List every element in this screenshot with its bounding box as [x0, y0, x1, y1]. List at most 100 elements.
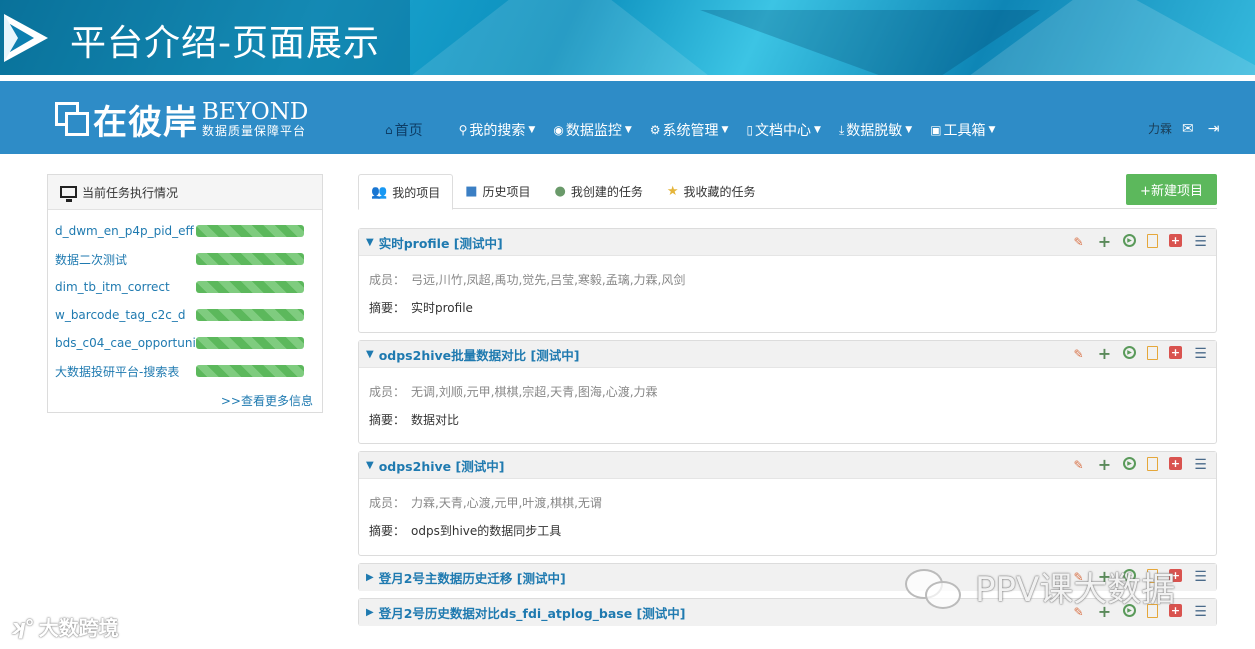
project-title[interactable]: odps2hive [测试中] — [379, 456, 505, 475]
project-header[interactable]: ▼ 实时profile [测试中] ✎ + ▶ + ☰ — [359, 229, 1216, 256]
plus-icon[interactable]: + — [1097, 455, 1112, 474]
username[interactable]: 力霖 — [1148, 120, 1172, 137]
task-name[interactable]: bds_c04_cae_opportuni — [55, 336, 196, 350]
banner-decoration — [380, 0, 740, 75]
file-icon[interactable] — [1147, 457, 1158, 471]
play-circle-icon[interactable]: ▶ — [1123, 234, 1136, 247]
nav-item-doc-center[interactable]: ▯ 文档中心 ▼ — [746, 120, 821, 140]
play-logo-icon — [4, 14, 48, 62]
nav-item-label: 文档中心 — [755, 123, 812, 139]
pencil-icon[interactable]: ✎ — [1071, 234, 1086, 249]
task-name[interactable]: 数据二次测试 — [55, 251, 196, 268]
project-body: 成员： 力霖,天青,心渡,元甲,叶渡,棋棋,无谓 摘要： odps到hive的数据同… — [359, 479, 1216, 544]
task-progress-bar — [196, 365, 304, 377]
watermark-right-text: PPV课大数据 — [975, 570, 1176, 610]
summary-value: 数据对比 — [411, 412, 460, 427]
tab-favorite-tasks[interactable]: ★ 我收藏的任务 — [655, 174, 768, 209]
play-circle-icon[interactable]: ▶ — [1123, 346, 1136, 359]
nav-item-my-search[interactable]: ⚲ 我的搜索 ▼ — [459, 120, 536, 140]
plus-square-icon[interactable]: + — [1169, 234, 1182, 247]
menu-icon[interactable]: ☰ — [1193, 346, 1208, 362]
task-name[interactable]: 大数据投研平台-搜索表 — [55, 363, 196, 380]
chevron-down-icon: ▼ — [366, 459, 374, 471]
watermark-left: ʞ° 大数跨境 — [10, 612, 119, 641]
project-toolbar: ✎ + ▶ + ☰ — [1060, 344, 1208, 363]
project-panel: ▼ odps2hive批量数据对比 [测试中] ✎ + ▶ + ☰ 成员： 无调,… — [358, 340, 1217, 444]
nav-item-toolbox[interactable]: ▣ 工具箱 ▼ — [930, 120, 995, 140]
task-progress-bar — [196, 337, 304, 349]
caret-down-icon: ▼ — [528, 125, 536, 135]
menu-icon[interactable]: ☰ — [1193, 604, 1208, 620]
menu-icon[interactable]: ☰ — [1193, 457, 1208, 473]
pencil-icon[interactable]: ✎ — [1071, 346, 1086, 361]
task-progress-bar — [196, 281, 304, 293]
project-panel: ▼ 实时profile [测试中] ✎ + ▶ + ☰ 成员： 弓远,川竹,凤超,… — [358, 228, 1217, 333]
nav-item-data-masking[interactable]: ⤓ 数据脱敏 ▼ — [839, 120, 912, 140]
caret-down-icon: ▼ — [721, 125, 729, 135]
file-icon[interactable] — [1147, 346, 1158, 360]
watermark-logo-icon: ʞ° — [10, 614, 35, 639]
project-header[interactable]: ▼ odps2hive [测试中] ✎ + ▶ + ☰ — [359, 452, 1216, 479]
task-row[interactable]: dim_tb_itm_correct — [55, 277, 317, 297]
tab-history-projects[interactable]: ■ 历史项目 — [453, 174, 542, 209]
toolbox-icon: ▣ — [930, 123, 942, 137]
task-name[interactable]: w_barcode_tag_c2c_d — [55, 308, 196, 322]
tab-label: 历史项目 — [482, 185, 531, 199]
project-title[interactable]: 实时profile [测试中] — [379, 233, 503, 252]
plus-square-icon[interactable]: + — [1169, 457, 1182, 470]
task-row[interactable]: d_dwm_en_p4p_pid_eff — [55, 221, 317, 241]
sign-out-icon[interactable]: ⇥ — [1208, 121, 1220, 137]
file-icon[interactable] — [1147, 234, 1158, 248]
download-icon: ⤓ — [838, 122, 845, 137]
task-row[interactable]: 数据二次测试 — [55, 249, 317, 269]
task-name[interactable]: d_dwm_en_p4p_pid_eff — [55, 224, 196, 238]
task-progress-bar — [196, 253, 304, 265]
nav-item-label: 数据脱敏 — [846, 123, 903, 139]
tab-label: 我收藏的任务 — [683, 185, 756, 199]
task-row[interactable]: 大数据投研平台-搜索表 — [55, 361, 317, 381]
brand-logo[interactable]: 在彼岸 BEYOND 数据质量保障平台 — [55, 99, 308, 143]
chevron-right-icon: ▶ — [366, 607, 374, 618]
project-toolbar: ✎ + ▶ + ☰ — [1060, 232, 1208, 251]
nav-item-home[interactable]: ⌂ 首页 — [385, 120, 423, 140]
nav-item-label: 工具箱 — [943, 123, 986, 139]
slide-banner: 平台介绍-页面展示 — [0, 0, 1255, 75]
menu-icon[interactable]: ☰ — [1193, 569, 1208, 585]
task-row[interactable]: w_barcode_tag_c2c_d — [55, 305, 317, 325]
tab-created-tasks[interactable]: ● 我创建的任务 — [543, 174, 655, 209]
new-project-button[interactable]: +新建项目 — [1126, 174, 1217, 205]
task-name[interactable]: dim_tb_itm_correct — [55, 280, 196, 294]
project-body: 成员： 弓远,川竹,凤超,禹功,觉先,吕莹,寒毅,孟璃,力霖,风剑 摘要： 实时pr… — [359, 256, 1216, 321]
play-circle-icon[interactable]: ▶ — [1123, 457, 1136, 470]
pencil-icon[interactable]: ✎ — [1071, 457, 1086, 472]
brand-name: 在彼岸 — [93, 102, 198, 143]
project-title[interactable]: 登月2号历史数据对比ds_fdi_atplog_base [测试中] — [379, 603, 686, 622]
task-row[interactable]: bds_c04_cae_opportuni — [55, 333, 317, 353]
tab-my-projects[interactable]: 👥 我的项目 — [358, 174, 454, 210]
project-header[interactable]: ▼ odps2hive批量数据对比 [测试中] ✎ + ▶ + ☰ — [359, 341, 1216, 368]
project-title[interactable]: 登月2号主数据历史迁移 [测试中] — [379, 568, 566, 587]
star-icon: ★ — [666, 184, 679, 199]
nav-item-label: 数据监控 — [565, 123, 622, 139]
nav-item-data-monitor[interactable]: ◉ 数据监控 ▼ — [553, 120, 631, 140]
home-icon: ⌂ — [385, 123, 393, 137]
chevron-down-icon: ▼ — [366, 236, 374, 248]
panel-title: 当前任务执行情况 — [82, 185, 179, 200]
nav-item-system-admin[interactable]: ⚙ 系统管理 ▼ — [650, 120, 729, 140]
project-title[interactable]: odps2hive批量数据对比 [测试中] — [379, 345, 580, 364]
summary-value: odps到hive的数据同步工具 — [411, 523, 562, 538]
plus-square-icon[interactable]: + — [1169, 346, 1182, 359]
plus-icon[interactable]: + — [1097, 344, 1112, 363]
main-menu: ⌂ 首页 ⚲ 我的搜索 ▼ ◉ 数据监控 ▼ ⚙ 系统管理 ▼ ▯ 文档中心 ▼… — [385, 120, 1013, 140]
tab-label: 我的项目 — [392, 185, 441, 200]
view-more-link[interactable]: >>查看更多信息 — [221, 392, 313, 409]
plus-icon[interactable]: + — [1097, 232, 1112, 251]
menu-icon[interactable]: ☰ — [1193, 234, 1208, 250]
caret-down-icon: ▼ — [905, 125, 913, 135]
top-navbar: 在彼岸 BEYOND 数据质量保障平台 ⌂ 首页 ⚲ 我的搜索 ▼ ◉ 数据监控… — [0, 81, 1255, 154]
users-icon: 👥 — [371, 184, 388, 200]
banner-title: 平台介绍-页面展示 — [70, 23, 380, 64]
envelope-icon[interactable]: ✉ — [1182, 121, 1194, 137]
project-tabs: 👥 我的项目 ■ 历史项目 ● 我创建的任务 ★ 我收藏的任务 — [358, 174, 1217, 210]
brand-subtitle: 数据质量保障平台 — [202, 124, 307, 138]
